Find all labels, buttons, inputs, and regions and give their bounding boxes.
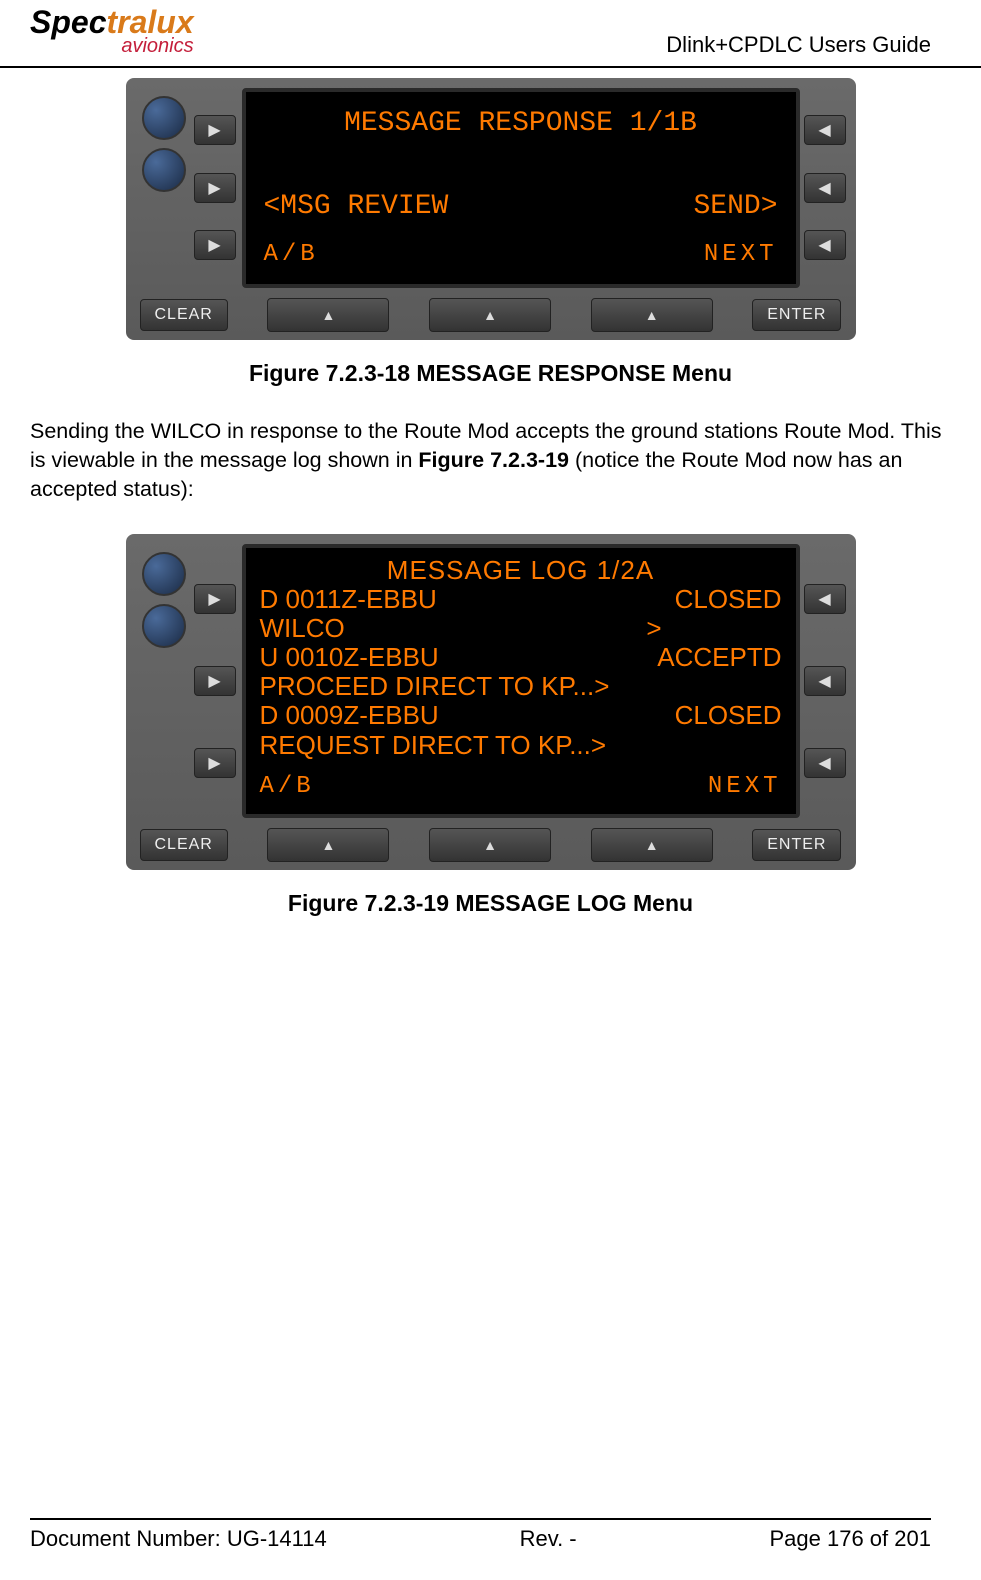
left-lsk-column: ▶ ▶ ▶ <box>194 88 238 288</box>
msg-review-label: <MSG REVIEW <box>264 189 449 224</box>
rocker-2[interactable]: ▲ <box>429 298 551 332</box>
body-paragraph: Sending the WILCO in response to the Rou… <box>30 417 951 504</box>
lsk-right-1[interactable]: ◀ <box>804 115 846 145</box>
rocker-2b[interactable]: ▲ <box>429 828 551 862</box>
send-label: SEND> <box>693 189 777 224</box>
lsk-right-1[interactable]: ◀ <box>804 584 846 614</box>
log-line-5-right: CLOSED <box>675 701 782 730</box>
figure-caption-2: Figure 7.2.3-19 MESSAGE LOG Menu <box>30 890 951 917</box>
triangle-up-icon: ▲ <box>322 307 336 323</box>
bottom-knob[interactable] <box>142 148 186 192</box>
knob-column <box>134 544 194 819</box>
page-header: Spectralux avionics Dlink+CPDLC Users Gu… <box>0 0 981 68</box>
log-line-2-right: > <box>646 614 781 643</box>
rocker-1[interactable]: ▲ <box>267 298 389 332</box>
lsk-left-1[interactable]: ▶ <box>194 115 236 145</box>
top-knob[interactable] <box>142 96 186 140</box>
triangle-left-icon: ◀ <box>818 120 830 140</box>
figure-ref: Figure 7.2.3-19 <box>418 448 569 472</box>
clear-button[interactable]: CLEAR <box>140 299 228 331</box>
enter-button-2[interactable]: ENTER <box>752 829 841 861</box>
footer-rev: Rev. - <box>520 1526 577 1552</box>
left-lsk-column: ▶ ▶ ▶ <box>194 544 238 819</box>
log-line-1-right: CLOSED <box>675 585 782 614</box>
ab-label: A/B <box>264 240 319 270</box>
right-lsk-column: ◀ ◀ ◀ <box>804 88 848 288</box>
rocker-1b[interactable]: ▲ <box>267 828 389 862</box>
log-line-5-left: D 0009Z-EBBU <box>260 701 439 730</box>
triangle-up-icon: ▲ <box>645 307 659 323</box>
triangle-left-icon: ◀ <box>818 235 830 255</box>
clear-button-2[interactable]: CLEAR <box>140 829 228 861</box>
next-label: NEXT <box>704 240 778 270</box>
bottom-knob[interactable] <box>142 604 186 648</box>
top-knob[interactable] <box>142 552 186 596</box>
screen-title-2: MESSAGE LOG 1/2A <box>260 556 782 585</box>
right-lsk-column: ◀ ◀ ◀ <box>804 544 848 819</box>
screen-title: MESSAGE RESPONSE 1/1B <box>264 106 778 141</box>
triangle-up-icon: ▲ <box>483 837 497 853</box>
mcdu-screen-1: MESSAGE RESPONSE 1/1B <MSG REVIEW SEND> … <box>242 88 800 288</box>
triangle-left-icon: ◀ <box>818 671 830 691</box>
log-line-2-left: WILCO <box>260 614 345 643</box>
triangle-left-icon: ◀ <box>818 589 830 609</box>
lsk-left-1[interactable]: ▶ <box>194 584 236 614</box>
lsk-right-2[interactable]: ◀ <box>804 666 846 696</box>
logo-sub: avionics <box>121 35 193 58</box>
triangle-right-icon: ▶ <box>208 178 220 198</box>
lsk-right-3[interactable]: ◀ <box>804 748 846 778</box>
lsk-right-3[interactable]: ◀ <box>804 230 846 260</box>
figure-caption-1: Figure 7.2.3-18 MESSAGE RESPONSE Menu <box>30 360 951 387</box>
lsk-left-3[interactable]: ▶ <box>194 748 236 778</box>
logo-main: Spectralux <box>30 8 194 37</box>
lsk-right-2[interactable]: ◀ <box>804 173 846 203</box>
doc-title: Dlink+CPDLC Users Guide <box>666 32 931 58</box>
next-label-2: NEXT <box>708 774 782 801</box>
lsk-left-2[interactable]: ▶ <box>194 173 236 203</box>
triangle-up-icon: ▲ <box>483 307 497 323</box>
triangle-right-icon: ▶ <box>208 753 220 773</box>
triangle-up-icon: ▲ <box>645 837 659 853</box>
log-line-6-left: REQUEST DIRECT TO KP...> <box>260 731 607 760</box>
rocker-3[interactable]: ▲ <box>591 298 713 332</box>
page-footer: Document Number: UG-14114 Rev. - Page 17… <box>30 1518 931 1552</box>
ab-label-2: A/B <box>260 774 315 801</box>
triangle-right-icon: ▶ <box>208 235 220 255</box>
mcdu-device-1: ▶ ▶ ▶ MESSAGE RESPONSE 1/1B <MSG REVIEW … <box>126 78 856 340</box>
log-line-3-right: ACCEPTD <box>657 643 781 672</box>
footer-doc-value: UG-14114 <box>227 1526 327 1551</box>
log-line-4-left: PROCEED DIRECT TO KP...> <box>260 672 610 701</box>
mcdu-device-2: ▶ ▶ ▶ MESSAGE LOG 1/2A D 0011Z-EBBU CLOSE… <box>126 534 856 871</box>
logo: Spectralux avionics <box>30 8 194 58</box>
triangle-left-icon: ◀ <box>818 178 830 198</box>
triangle-right-icon: ▶ <box>208 589 220 609</box>
enter-button[interactable]: ENTER <box>752 299 841 331</box>
triangle-left-icon: ◀ <box>818 753 830 773</box>
triangle-up-icon: ▲ <box>322 837 336 853</box>
rocker-3b[interactable]: ▲ <box>591 828 713 862</box>
footer-page: Page 176 of 201 <box>770 1526 931 1552</box>
triangle-right-icon: ▶ <box>208 120 220 140</box>
footer-left: Document Number: UG-14114 <box>30 1526 327 1552</box>
knob-column <box>134 88 194 288</box>
lsk-left-2[interactable]: ▶ <box>194 666 236 696</box>
footer-doc-label: Document Number: <box>30 1526 227 1551</box>
log-line-1-left: D 0011Z-EBBU <box>260 585 437 614</box>
log-line-3-left: U 0010Z-EBBU <box>260 643 439 672</box>
mcdu-screen-2: MESSAGE LOG 1/2A D 0011Z-EBBU CLOSED WILC… <box>242 544 800 819</box>
lsk-left-3[interactable]: ▶ <box>194 230 236 260</box>
triangle-right-icon: ▶ <box>208 671 220 691</box>
